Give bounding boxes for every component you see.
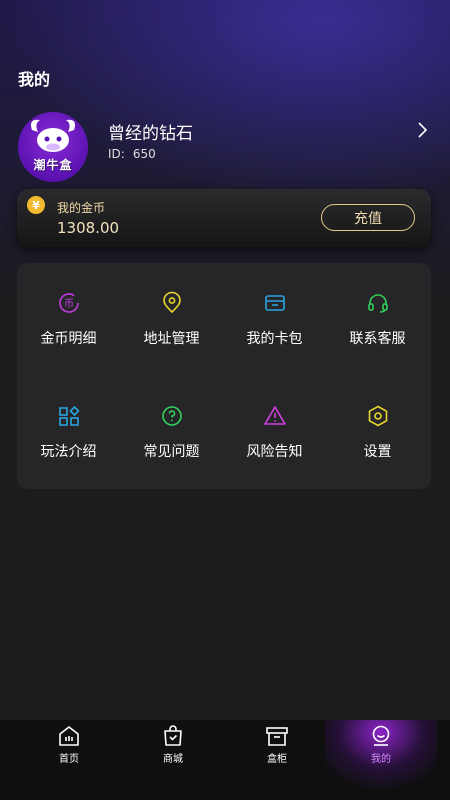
warning-icon — [264, 406, 286, 425]
menu-item-label: 常见问题 — [143, 444, 200, 460]
yen-coin-icon: ¥ — [27, 196, 45, 214]
avatar-brand-text: 潮牛盒 — [33, 158, 73, 172]
profile-icon — [372, 725, 390, 746]
menu-item-label: 玩法介绍 — [40, 444, 97, 460]
coin-card: ¥ 我的金币 1308.00 充值 — [17, 189, 431, 247]
page-title: 我的 — [18, 70, 51, 89]
coin-amount: 1308.00 — [57, 219, 120, 237]
headset-icon — [368, 294, 388, 313]
username: 曾经的钻石 — [108, 124, 193, 144]
svg-text:币: 币 — [64, 298, 74, 310]
menu-item-faq[interactable]: 常见问题 — [120, 376, 223, 476]
tab-mall[interactable]: 商城 — [117, 720, 229, 800]
menu-item-risk-notice[interactable]: 风险告知 — [223, 376, 326, 476]
card-wallet-icon — [265, 295, 285, 311]
menu-item-settings[interactable]: 设置 — [326, 376, 429, 476]
user-id-label: ID: — [108, 147, 125, 161]
question-icon — [162, 406, 182, 426]
user-id: ID: 650 — [108, 147, 156, 161]
menu-item-gameplay-intro[interactable]: 玩法介绍 — [17, 376, 120, 476]
box-cabinet-icon — [266, 727, 288, 746]
tab-label: 盒柜 — [267, 754, 287, 765]
tab-label: 首页 — [59, 754, 79, 765]
apps-grid-icon — [59, 405, 80, 426]
shopping-bag-icon — [164, 725, 182, 746]
coin-detail-icon: 币 — [59, 293, 79, 313]
bottom-tab-bar: 首页 商城 盒柜 我的 — [0, 720, 450, 800]
menu-item-customer-service[interactable]: 联系客服 — [326, 263, 429, 363]
menu-item-label: 我的卡包 — [246, 331, 303, 347]
chevron-right-icon[interactable] — [415, 121, 429, 139]
recharge-button[interactable]: 充值 — [321, 204, 415, 231]
tab-box-cabinet[interactable]: 盒柜 — [221, 720, 333, 800]
menu-item-label: 金币明细 — [40, 331, 97, 347]
settings-hex-icon — [368, 405, 388, 427]
menu-item-label: 联系客服 — [349, 331, 406, 347]
menu-item-label: 风险告知 — [246, 444, 303, 460]
tab-label: 商城 — [163, 754, 183, 765]
tab-label: 我的 — [371, 754, 391, 765]
coin-label: 我的金币 — [57, 201, 106, 215]
menu-item-label: 地址管理 — [143, 331, 200, 347]
location-pin-icon — [163, 291, 181, 314]
menu-item-coin-detail[interactable]: 币 金币明细 — [17, 263, 120, 363]
user-id-value: 650 — [132, 147, 156, 161]
menu-item-card-wallet[interactable]: 我的卡包 — [223, 263, 326, 363]
tab-home[interactable]: 首页 — [13, 720, 125, 800]
avatar[interactable]: 潮牛盒 — [18, 112, 88, 182]
tab-mine[interactable]: 我的 — [325, 720, 437, 800]
home-icon — [59, 726, 79, 746]
menu-item-label: 设置 — [363, 444, 392, 460]
menu-item-address[interactable]: 地址管理 — [120, 263, 223, 363]
menu-panel: 币 金币明细 地址管理 我的卡包 联系客服 玩法介绍 常见问题 风险告知 设置 — [17, 263, 431, 489]
